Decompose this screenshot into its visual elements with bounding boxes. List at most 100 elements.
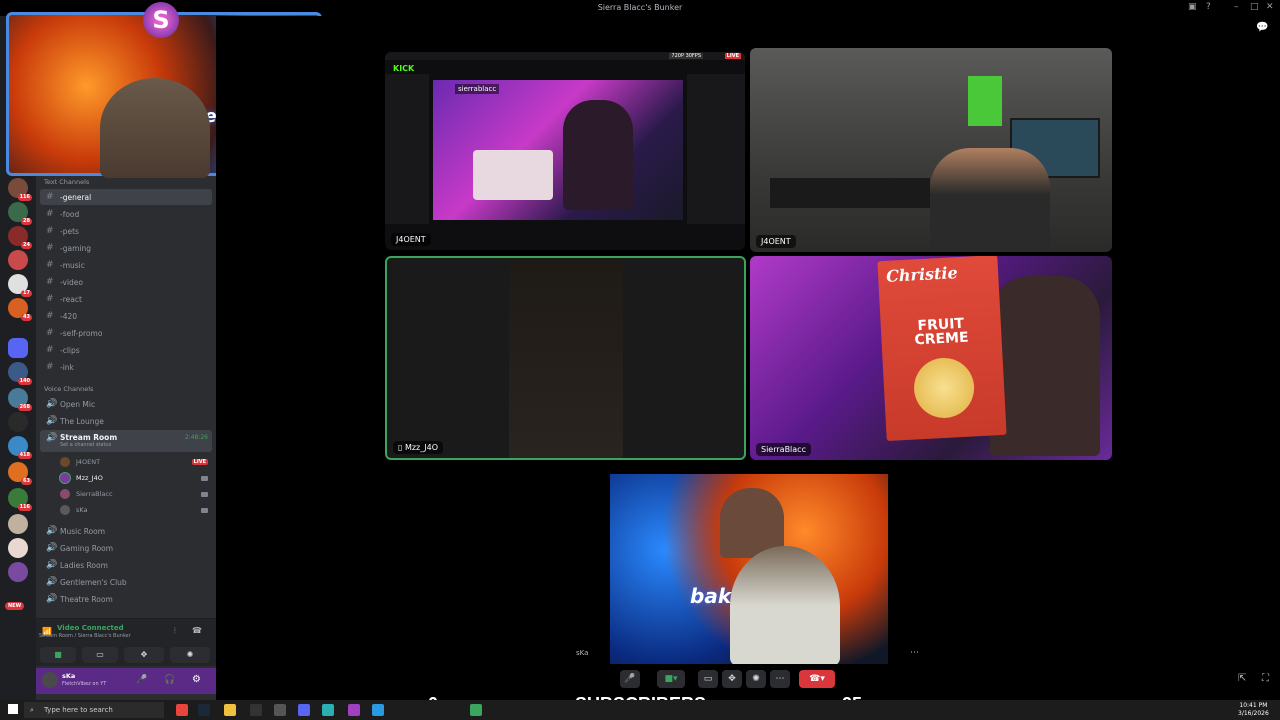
steam-icon[interactable] [198,704,210,716]
video-tile-ska[interactable]: baked [610,474,888,664]
fullscreen-icon[interactable]: ⛶ [1262,673,1269,684]
voice-member-ska[interactable]: sKa [60,503,212,517]
voice-channels-category[interactable]: Voice Channels [44,385,93,393]
app-icon[interactable] [470,704,482,716]
noise-suppression-icon[interactable]: ⦙ [174,626,176,636]
speaker-icon: 🔊 [46,433,58,443]
voice-member-mzz[interactable]: Mzz_J4O [60,471,212,485]
channel-pets[interactable]: # -pets [40,223,212,239]
inbox-icon[interactable]: ▣ [1188,2,1197,12]
camera-button[interactable]: ■ [40,647,76,663]
app-icon[interactable] [348,704,360,716]
voice-theatre-room[interactable]: 🔊 Theatre Room [40,591,212,607]
telegram-icon[interactable] [372,704,384,716]
video-tile-sierra[interactable]: Christie FRUIT CREME SierraBlacc [750,256,1112,460]
settings-gear-icon[interactable]: ⚙ [192,674,201,685]
taskbar-search[interactable]: ⌕ Type here to search [24,702,164,718]
camera-toggle-button[interactable]: ■▾ [657,670,685,688]
speaker-icon: 🔊 [46,526,58,536]
headphones-icon[interactable]: 🎧 [164,675,175,685]
speaker-icon: 🔊 [46,577,58,587]
mic-button[interactable]: 🎤 [620,670,640,688]
server-icon[interactable]: 63 [8,462,32,485]
connection-status[interactable]: Video Connected [57,624,124,632]
more-options-icon[interactable]: ⋯ [910,648,919,658]
server-icon[interactable]: 43 [8,298,32,321]
hash-icon: # [46,311,54,321]
folder-icon[interactable] [8,338,28,358]
more-control[interactable]: ⋯ [770,670,790,688]
screen-share-tile[interactable]: 720P 30FPS LIVE KICK sierrablacc J4OENT [385,52,745,250]
disconnect-icon[interactable]: ☎ [192,626,202,635]
explorer-icon[interactable] [224,704,236,716]
soundboard-button[interactable]: ✺ [170,647,210,663]
channel-video[interactable]: # -video [40,274,212,290]
start-icon[interactable] [8,704,18,714]
discord-icon[interactable] [298,704,310,716]
screen-share-button[interactable]: ▭ [82,647,118,663]
speaker-icon: 🔊 [46,416,58,426]
voice-member-j4oent[interactable]: J4OENT LIVE [60,455,212,469]
hash-icon: # [46,345,54,355]
server-icon[interactable]: 28 [8,202,32,225]
voice-gentlemens-club[interactable]: 🔊 Gentlemen's Club [40,574,212,590]
maximize-button[interactable]: □ [1250,2,1259,12]
channel-react[interactable]: # -react [40,291,212,307]
kick-channel-name: sierrablacc [455,84,500,94]
app-icon[interactable] [322,704,334,716]
server-icon[interactable]: 116 [8,178,32,201]
app-icon[interactable] [274,704,286,716]
mic-icon[interactable]: 🎤 [136,675,147,685]
voice-music-room[interactable]: 🔊 Music Room [40,523,212,539]
channel-status[interactable]: Set a channel status [60,442,117,448]
server-icon[interactable]: 17 [8,274,32,297]
server-icon[interactable]: 268 [8,388,32,411]
server-icon[interactable]: 116 [8,488,32,511]
server-icon[interactable]: 140 [8,362,32,385]
server-icon[interactable] [8,250,28,270]
hash-icon: # [46,294,54,304]
channel-general[interactable]: # -general [40,189,212,205]
help-icon[interactable]: ? [1206,2,1211,12]
soundboard-control[interactable]: ✺ [746,670,766,688]
app-icon[interactable] [250,704,262,716]
server-icon[interactable]: 418 [8,436,32,459]
channel-clips[interactable]: # -clips [40,342,212,358]
speaker-icon: 🔊 [46,594,58,604]
leave-call-button[interactable]: ☎▾ [799,670,835,688]
avatar [60,489,70,499]
server-icon[interactable] [8,514,28,534]
video-tile-j4oent[interactable]: J4OENT [750,48,1112,252]
minimize-button[interactable]: – [1234,2,1239,12]
activities-button[interactable]: ✥ [124,647,164,663]
channel-music[interactable]: # -music [40,257,212,273]
channel-food[interactable]: # -food [40,206,212,222]
video-tile-mzz[interactable]: ▯ Mzz_J4O [385,256,746,460]
screen-share-control[interactable]: ▭ [698,670,718,688]
server-icon[interactable] [8,412,28,432]
voice-the-lounge[interactable]: 🔊 The Lounge [40,413,212,429]
activities-control[interactable]: ✥ [722,670,742,688]
server-icon[interactable] [8,562,28,582]
camera-icon [201,475,208,481]
channel-ink[interactable]: # -ink [40,359,212,375]
channel-gaming[interactable]: # -gaming [40,240,212,256]
close-button[interactable]: ✕ [1266,2,1274,12]
popout-icon[interactable]: ⇱ [1238,673,1246,684]
server-icon[interactable]: 24 [8,226,32,249]
username: sKa [62,672,76,680]
voice-ladies-room[interactable]: 🔊 Ladies Room [40,557,212,573]
clock[interactable]: 10:41 PM 3/16/2026 [1238,702,1269,718]
voice-stream-room[interactable]: 🔊 Stream Room Set a channel status 2:48:… [40,430,212,452]
server-icon[interactable] [8,538,28,558]
chrome-icon[interactable] [176,704,188,716]
voice-member-sierra[interactable]: SierraBlacc [60,487,212,501]
voice-gaming-room[interactable]: 🔊 Gaming Room [40,540,212,556]
connection-detail: Stream Room / Sierra Blacc's Bunker [39,633,131,639]
hash-icon: # [46,243,54,253]
voice-open-mic[interactable]: 🔊 Open Mic [40,396,212,412]
voice-connection-panel: 📶 Video Connected Stream Room / Sierra B… [36,618,216,666]
chat-icon[interactable]: 💬 [1256,22,1268,33]
channel-self-promo[interactable]: # -self-promo [40,325,212,341]
channel-420[interactable]: # -420 [40,308,212,324]
